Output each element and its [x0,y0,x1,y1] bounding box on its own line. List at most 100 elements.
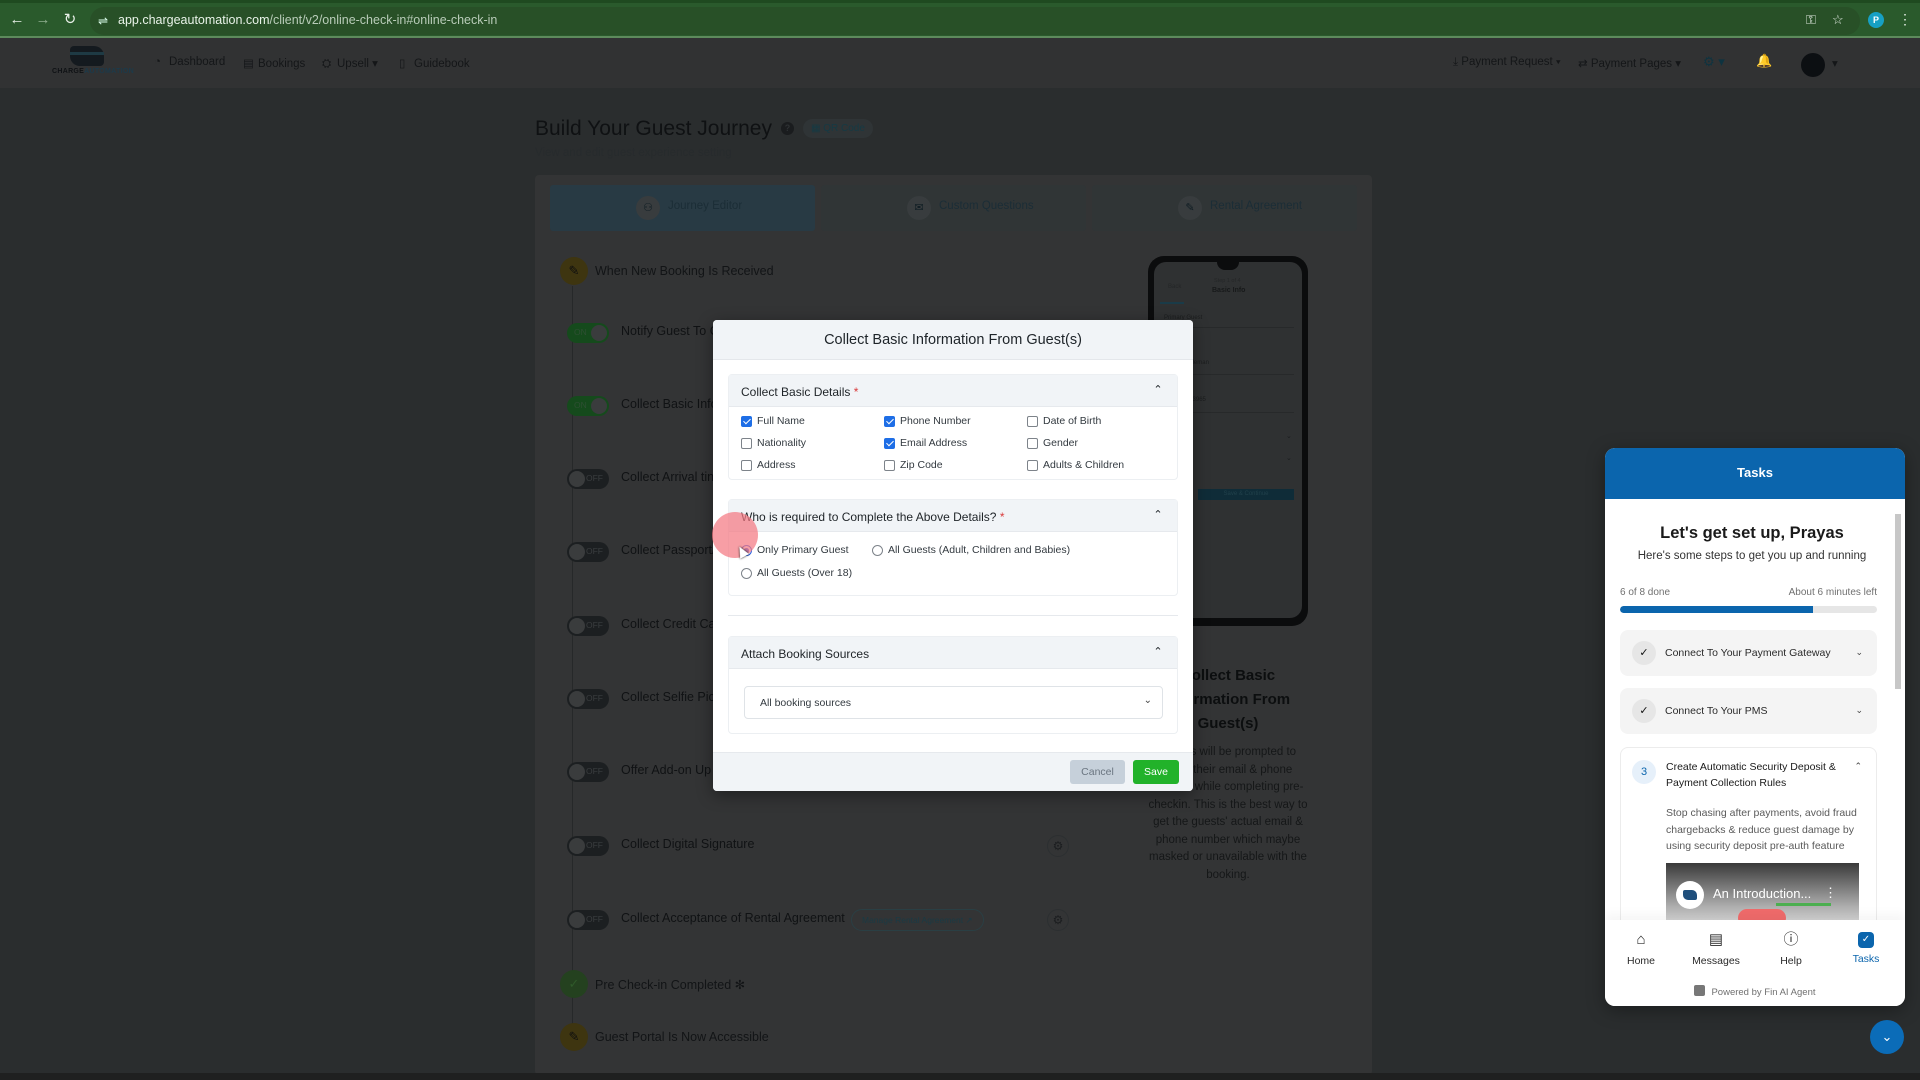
chevron-up-icon[interactable]: ⌃ [1854,761,1862,772]
checkbox-box[interactable] [884,459,895,471]
help-icon[interactable]: ? [781,122,794,135]
checkbox-adults-children[interactable]: Adults & Children [1027,459,1124,471]
custom-questions-icon: ✉ [907,196,931,220]
reload-icon[interactable]: ↻ [61,11,79,29]
step-toggle[interactable]: OFF [567,616,609,636]
tasks-scrollbar[interactable] [1894,504,1902,904]
app-logo[interactable]: CHARGEAUTOMATION [52,46,134,80]
chevron-down-icon[interactable]: ▾ [1832,56,1838,70]
messenger-nav-help[interactable]: ⓘ Help [1756,930,1826,967]
task-video-thumbnail[interactable]: An Introduction... ⋮ [1666,863,1859,923]
notifications-bell-icon[interactable]: 🔔 [1756,53,1772,69]
nav-guidebook[interactable]: ▯ Guidebook [399,56,470,70]
checkbox-box[interactable] [741,437,752,449]
manage-rental-agreement-link[interactable]: Manage Rental Agreement ↗ [851,909,984,931]
step-toggle[interactable]: OFF [567,762,609,782]
nav-dashboard[interactable]: ◔ Dashboard [154,56,225,68]
password-key-icon[interactable]: ⚿ [1806,12,1816,28]
nav-upsell[interactable]: ⛭ Upsell ▾ [322,56,378,71]
chevron-down-icon[interactable]: ⌄ [1855,647,1863,658]
checkbox-label: Gender [1043,437,1079,449]
cancel-button[interactable]: Cancel [1070,760,1125,784]
checkbox-email-address[interactable]: Email Address [884,437,967,449]
step-label: Collect Passport/ [621,543,716,557]
tab-journey-editor-label: Journey Editor [668,200,743,212]
video-more-icon[interactable]: ⋮ [1824,885,1837,901]
powered-by[interactable]: Powered by Fin AI Agent [1605,985,1905,998]
nav-payment-pages-label: Payment Pages [1590,58,1673,70]
save-button[interactable]: Save [1133,760,1179,784]
task-label: Create Automatic Security Deposit & Paym… [1666,761,1836,789]
step-toggle[interactable]: OFF [567,689,609,709]
radio-all-guests-over-18[interactable]: All Guests (Over 18) [741,567,852,579]
chevron-up-icon[interactable]: ⌃ [1151,508,1165,522]
tab-journey-editor[interactable]: ⚇ Journey Editor [550,185,815,231]
checkbox-label: Adults & Children [1043,459,1125,471]
nav-payment-pages[interactable]: ⇄ Payment Pages ▾ [1578,56,1681,70]
checkbox-box[interactable] [1027,415,1038,427]
nav-payment-request[interactable]: ⤓ Payment Request ▾ [1453,56,1561,69]
address-bar[interactable]: ⇌ app.chargeautomation.com/client/v2/onl… [90,7,1860,35]
step-toggle[interactable]: OFF [567,910,609,930]
messenger-bottom-nav: ⌂ Home ▤ Messages ⓘ Help ✓ Tasks Powered by … [1605,920,1905,1006]
url-text[interactable]: app.chargeautomation.com/client/v2/onlin… [118,13,497,27]
radio-dot[interactable] [741,567,752,579]
checkbox-box[interactable] [741,415,752,427]
booking-sources-select[interactable]: All booking sources ⌄ [744,686,1163,719]
video-progress [1776,903,1831,906]
phone-back-label: Back [1168,284,1182,290]
checkbox-date-of-birth[interactable]: Date of Birth [1027,415,1101,427]
help-icon: ⓘ [1783,931,1799,948]
messenger-nav-tasks[interactable]: ✓ Tasks [1831,930,1901,965]
step-toggle[interactable]: OFF [567,542,609,562]
checkbox-zip-code[interactable]: Zip Code [884,459,943,471]
checkbox-address[interactable]: Address [741,459,796,471]
chevron-up-icon[interactable]: ⌃ [1151,645,1165,659]
task-item-pms[interactable]: ✓ Connect To Your PMS ⌄ [1620,688,1877,734]
menu-kebab-icon[interactable]: ⋮ [1898,11,1912,28]
forward-icon[interactable]: → [34,11,52,29]
step-toggle[interactable]: OFF [567,836,609,856]
nav-label: Tasks [1852,953,1880,965]
qr-code-button[interactable]: ▦ QR Code [803,119,873,138]
nav-bookings[interactable]: ▤ Bookings [243,56,305,70]
step-settings-gear-icon[interactable]: ⚙ [1047,835,1069,857]
checkbox-phone-number[interactable]: Phone Number [884,415,971,427]
bookmark-star-icon[interactable]: ☆ [1832,12,1844,28]
profile-avatar[interactable]: P [1868,12,1884,28]
toggle-state: ON [574,400,587,410]
messenger-nav-home[interactable]: ⌂ Home [1606,930,1676,967]
chevron-down-icon[interactable]: ⌄ [1855,705,1863,716]
radio-only-primary-guest[interactable]: Only Primary Guest [741,544,849,556]
who-required-header[interactable]: Who is required to Complete the Above De… [729,500,1177,532]
checkbox-box[interactable] [1027,437,1038,449]
radio-dot[interactable] [872,544,883,556]
checkbox-nationality[interactable]: Nationality [741,437,806,449]
user-avatar[interactable] [1801,53,1825,77]
messenger-launcher-close[interactable]: ⌄ [1870,1020,1904,1054]
step-toggle[interactable]: OFF [567,469,609,489]
step-toggle[interactable]: ON [567,323,609,343]
scrollbar-thumb[interactable] [1895,514,1901,689]
tab-custom-questions[interactable]: ✉ Custom Questions [821,185,1086,231]
back-icon[interactable]: ← [8,11,26,29]
modal-header: Collect Basic Information From Guest(s) [713,320,1193,360]
settings-gear-icon[interactable]: ⚙ ▾ [1703,54,1725,70]
booking-sources-header[interactable]: Attach Booking Sources ⌃ [729,637,1177,669]
messenger-nav-messages[interactable]: ▤ Messages [1681,930,1751,967]
checkbox-box[interactable] [1027,459,1038,471]
site-info-icon[interactable]: ⇌ [98,13,114,29]
step-settings-gear-icon[interactable]: ⚙ [1047,909,1069,931]
task-item-payment-gateway[interactable]: ✓ Connect To Your Payment Gateway ⌄ [1620,630,1877,676]
radio-all-guests-all-ages[interactable]: All Guests (Adult, Children and Babies) [872,544,1070,556]
basic-details-header[interactable]: Collect Basic Details * ⌃ [729,375,1177,407]
checkbox-full-name[interactable]: Full Name [741,415,805,427]
checkbox-box[interactable] [741,459,752,471]
tab-rental-agreement[interactable]: ✎ Rental Agreement [1092,185,1357,231]
checkbox-box[interactable] [884,415,895,427]
step-toggle[interactable]: ON [567,396,609,416]
checkbox-box[interactable] [884,437,895,449]
chevron-up-icon[interactable]: ⌃ [1151,383,1165,397]
task-item-security-deposit[interactable]: 3 Create Automatic Security Deposit & Pa… [1620,747,1877,947]
checkbox-gender[interactable]: Gender [1027,437,1078,449]
